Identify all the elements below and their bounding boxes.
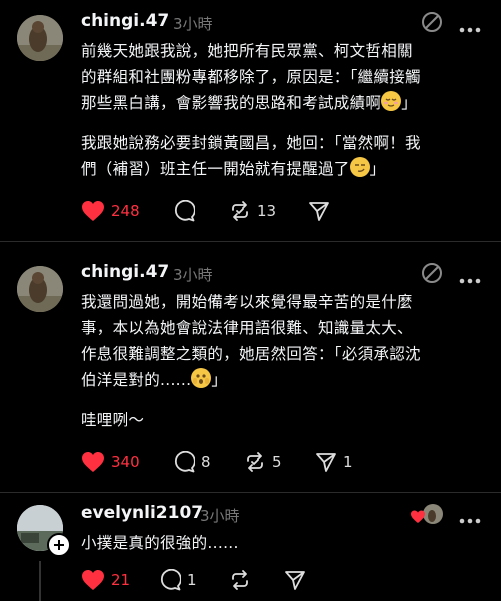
repost-icon <box>247 452 263 472</box>
avatar[interactable] <box>17 15 63 61</box>
heart-icon <box>82 201 104 221</box>
text-line: 的群組和社團粉專都移除了，原因是：「繼續接觸 <box>81 68 421 86</box>
share-icon <box>285 571 305 590</box>
repost-icon <box>232 201 248 221</box>
relieved-emoji-icon <box>381 91 402 111</box>
comment-count: 1 <box>187 571 197 589</box>
text-line: 作息很難調整之類的，她居然回答：「必須承認沈 <box>81 345 421 363</box>
comment-icon <box>174 451 195 473</box>
share-button[interactable]: 1 <box>315 449 353 475</box>
action-bar: 340 8 5 1 <box>81 449 361 475</box>
heart-icon <box>82 452 104 472</box>
comment-button[interactable]: 1 <box>159 567 197 593</box>
text-line: 事，本以為她會說法律用語很難、知識量太大、 <box>81 319 413 337</box>
share-icon <box>309 202 329 221</box>
post-time: 3小時 <box>173 15 213 33</box>
username[interactable]: chingi.47 <box>81 262 169 282</box>
like-button[interactable]: 340 <box>81 449 140 475</box>
paragraph: 我還問過她，開始備考以來覺得最辛苦的是什麼 事，本以為她會說法律用語很難、知識量… <box>81 289 486 393</box>
avatar[interactable] <box>17 266 63 312</box>
shocked-emoji-icon <box>191 368 212 388</box>
translate-icon[interactable] <box>421 262 443 288</box>
more-icon[interactable] <box>459 18 481 37</box>
comment-button[interactable]: 8 <box>173 449 211 475</box>
text-line: 我還問過她，開始備考以來覺得最辛苦的是什麼 <box>81 293 413 311</box>
comment-count: 8 <box>201 453 211 471</box>
more-icon[interactable] <box>459 509 481 528</box>
more-icon[interactable] <box>459 269 481 288</box>
post-time: 3小時 <box>173 266 213 284</box>
repost-count: 5 <box>272 453 282 471</box>
post-body: 前幾天她跟我說，她把所有民眾黨、柯文哲相關 的群組和社團粉專都移除了，原因是：「… <box>81 38 486 182</box>
repost-button[interactable]: 13 <box>229 198 276 224</box>
post-divider <box>0 241 501 242</box>
comment-icon <box>174 200 195 222</box>
comment-icon <box>160 569 181 591</box>
follow-plus-icon[interactable] <box>47 533 71 557</box>
repost-button[interactable] <box>229 567 251 593</box>
post-body: 小撲是真的很強的...... <box>81 530 486 556</box>
action-bar: 248 13 <box>81 198 331 224</box>
like-button[interactable]: 21 <box>81 567 130 593</box>
text-line: 那些黑白講，會影響我的思路和考試成績啊」 <box>81 90 486 116</box>
text-line: 前幾天她跟我說，她把所有民眾黨、柯文哲相關 <box>81 42 413 60</box>
like-count: 248 <box>111 202 140 220</box>
like-button[interactable]: 248 <box>81 198 140 224</box>
paragraph: 我跟她說務必要封鎖黃國昌，她回：「當然啊！我 們（補習）班主任一開始就有提醒過了… <box>81 130 486 182</box>
text-line: 們（補習）班主任一開始就有提醒過了」 <box>81 156 486 182</box>
repost-count: 13 <box>257 202 277 220</box>
paragraph: 前幾天她跟我說，她把所有民眾黨、柯文哲相關 的群組和社團粉專都移除了，原因是：「… <box>81 38 486 116</box>
share-button[interactable] <box>308 198 330 224</box>
heart-icon <box>82 570 104 590</box>
like-count: 340 <box>111 453 140 471</box>
post-divider <box>0 492 501 493</box>
share-button[interactable] <box>284 567 306 593</box>
text-line: 我跟她說務必要封鎖黃國昌，她回：「當然啊！我 <box>81 134 421 152</box>
share-icon <box>316 453 336 472</box>
text-line: 伯洋是對的......」 <box>81 367 486 393</box>
action-bar: 21 1 <box>81 567 321 593</box>
smirk-emoji-icon <box>349 157 370 177</box>
post-body: 我還問過她，開始備考以來覺得最辛苦的是什麼 事，本以為她會說法律用語很難、知識量… <box>81 289 486 433</box>
liked-by-author-badge <box>411 504 445 526</box>
thread-line <box>39 561 41 601</box>
comment-button[interactable] <box>173 198 195 224</box>
share-count: 1 <box>343 453 353 471</box>
post-time: 3小時 <box>200 507 240 525</box>
paragraph: 哇哩咧～ <box>81 407 486 433</box>
text-line: 小撲是真的很強的...... <box>81 534 239 552</box>
like-count: 21 <box>111 571 131 589</box>
username[interactable]: chingi.47 <box>81 11 169 31</box>
repost-button[interactable]: 5 <box>244 449 282 475</box>
text-line: 哇哩咧～ <box>81 411 145 429</box>
translate-icon[interactable] <box>421 11 443 37</box>
username[interactable]: evelynli2107 <box>81 503 203 523</box>
repost-icon <box>232 570 248 590</box>
